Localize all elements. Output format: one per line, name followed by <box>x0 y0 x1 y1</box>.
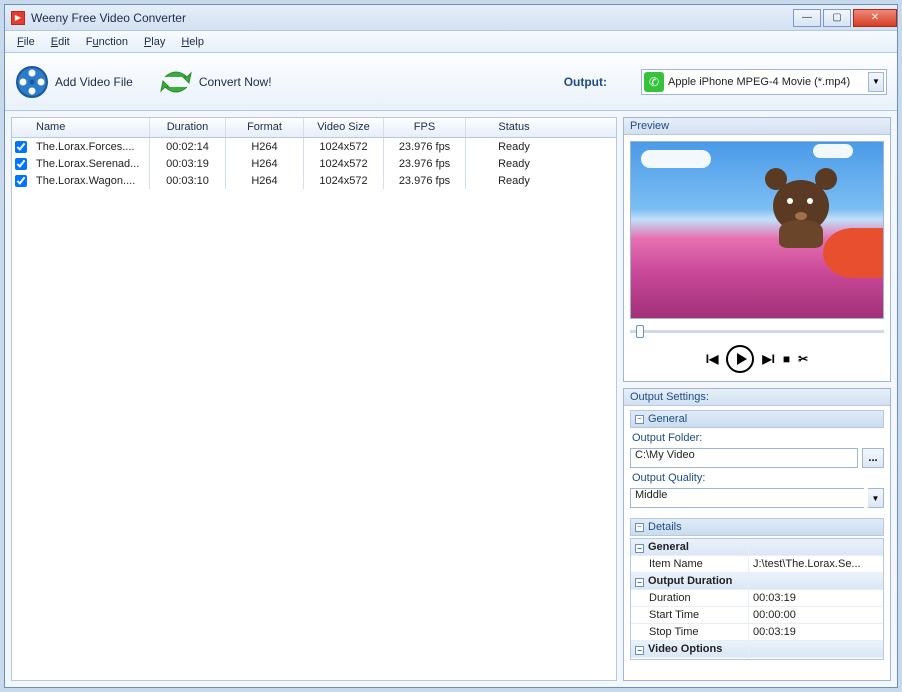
play-controls: I◀ ▶I ■ ✂ <box>624 341 890 381</box>
details-row[interactable]: Start Time 00:00:00 <box>631 607 883 624</box>
collapse-icon[interactable]: − <box>635 415 644 424</box>
output-settings-title: Output Settings: <box>624 389 890 406</box>
cut-button[interactable]: ✂ <box>798 352 808 366</box>
details-group-general[interactable]: −General <box>631 539 883 556</box>
col-name[interactable]: Name <box>30 118 150 137</box>
collapse-icon[interactable]: − <box>635 646 644 655</box>
chevron-down-icon[interactable]: ▼ <box>868 72 884 92</box>
details-row[interactable]: Duration 00:03:19 <box>631 590 883 607</box>
toolbar: Add Video File Convert Now! Output: ✆ Ap… <box>5 53 897 111</box>
general-section-header[interactable]: − General <box>630 410 884 428</box>
next-button[interactable]: ▶I <box>762 352 775 366</box>
title-bar[interactable]: ▶ Weeny Free Video Converter — ▢ ✕ <box>5 5 897 31</box>
preview-title: Preview <box>624 118 890 135</box>
collapse-icon[interactable]: − <box>635 578 644 587</box>
details-group-video[interactable]: −Video Options <box>631 641 883 658</box>
details-list[interactable]: −General Item Name J:\test\The.Lorax.Se.… <box>631 539 883 659</box>
col-duration[interactable]: Duration <box>150 118 226 137</box>
col-size[interactable]: Video Size <box>304 118 384 137</box>
table-row[interactable]: The.Lorax.Wagon.... 00:03:10 H264 1024x5… <box>12 172 616 189</box>
col-format[interactable]: Format <box>226 118 304 137</box>
menu-bar: File Edit Function Play Help <box>5 31 897 53</box>
col-fps[interactable]: FPS <box>384 118 466 137</box>
table-row[interactable]: The.Lorax.Serenad... 00:03:19 H264 1024x… <box>12 155 616 172</box>
output-folder-input[interactable]: C:\My Video <box>630 448 858 468</box>
output-label: Output: <box>564 75 607 89</box>
maximize-button[interactable]: ▢ <box>823 9 851 27</box>
phone-icon: ✆ <box>644 72 664 92</box>
row-checkbox[interactable] <box>15 158 27 170</box>
video-list-panel: Name Duration Format Video Size FPS Stat… <box>11 117 617 681</box>
output-settings-panel: Output Settings: − General Output Folder… <box>623 388 891 681</box>
film-reel-icon <box>15 65 49 99</box>
stop-button[interactable]: ■ <box>783 352 790 366</box>
menu-edit[interactable]: Edit <box>43 33 78 51</box>
col-status[interactable]: Status <box>466 118 562 137</box>
menu-function[interactable]: Function <box>78 33 136 51</box>
close-button[interactable]: ✕ <box>853 9 897 27</box>
menu-play[interactable]: Play <box>136 33 173 51</box>
table-body: The.Lorax.Forces.... 00:02:14 H264 1024x… <box>12 138 616 189</box>
output-quality-select[interactable]: Middle <box>630 488 864 508</box>
prev-button[interactable]: I◀ <box>706 352 719 366</box>
app-icon: ▶ <box>11 11 25 25</box>
chevron-down-icon[interactable]: ▼ <box>868 488 884 508</box>
add-video-button[interactable]: Add Video File <box>15 65 133 99</box>
menu-file[interactable]: File <box>9 33 43 51</box>
seek-slider[interactable] <box>630 325 884 337</box>
browse-button[interactable]: ... <box>862 448 884 468</box>
output-format-text: Apple iPhone MPEG-4 Movie (*.mp4) <box>668 76 864 88</box>
convert-label: Convert Now! <box>199 75 272 89</box>
play-button[interactable] <box>726 345 754 373</box>
output-format-select[interactable]: ✆ Apple iPhone MPEG-4 Movie (*.mp4) ▼ <box>641 69 887 95</box>
row-checkbox[interactable] <box>15 175 27 187</box>
details-group-duration[interactable]: −Output Duration <box>631 573 883 590</box>
table-row[interactable]: The.Lorax.Forces.... 00:02:14 H264 1024x… <box>12 138 616 155</box>
minimize-button[interactable]: — <box>793 9 821 27</box>
add-video-label: Add Video File <box>55 75 133 89</box>
preview-video[interactable] <box>630 141 884 319</box>
output-quality-label: Output Quality: <box>630 470 884 486</box>
convert-button[interactable]: Convert Now! <box>159 65 272 99</box>
convert-arrows-icon <box>159 65 193 99</box>
row-checkbox[interactable] <box>15 141 27 153</box>
menu-help[interactable]: Help <box>173 33 212 51</box>
details-row[interactable]: Item Name J:\test\The.Lorax.Se... <box>631 556 883 573</box>
app-window: ▶ Weeny Free Video Converter — ▢ ✕ File … <box>4 4 898 688</box>
window-title: Weeny Free Video Converter <box>31 11 791 25</box>
collapse-icon[interactable]: − <box>635 523 644 532</box>
details-row[interactable]: Video Codec x264 <box>631 658 883 659</box>
output-folder-label: Output Folder: <box>630 430 884 446</box>
details-row[interactable]: Stop Time 00:03:19 <box>631 624 883 641</box>
collapse-icon[interactable]: − <box>635 544 644 553</box>
details-section-header[interactable]: − Details <box>630 518 884 536</box>
preview-panel: Preview I◀ ▶I ■ ✂ <box>623 117 891 382</box>
seek-thumb[interactable] <box>636 325 644 338</box>
table-header: Name Duration Format Video Size FPS Stat… <box>12 118 616 138</box>
